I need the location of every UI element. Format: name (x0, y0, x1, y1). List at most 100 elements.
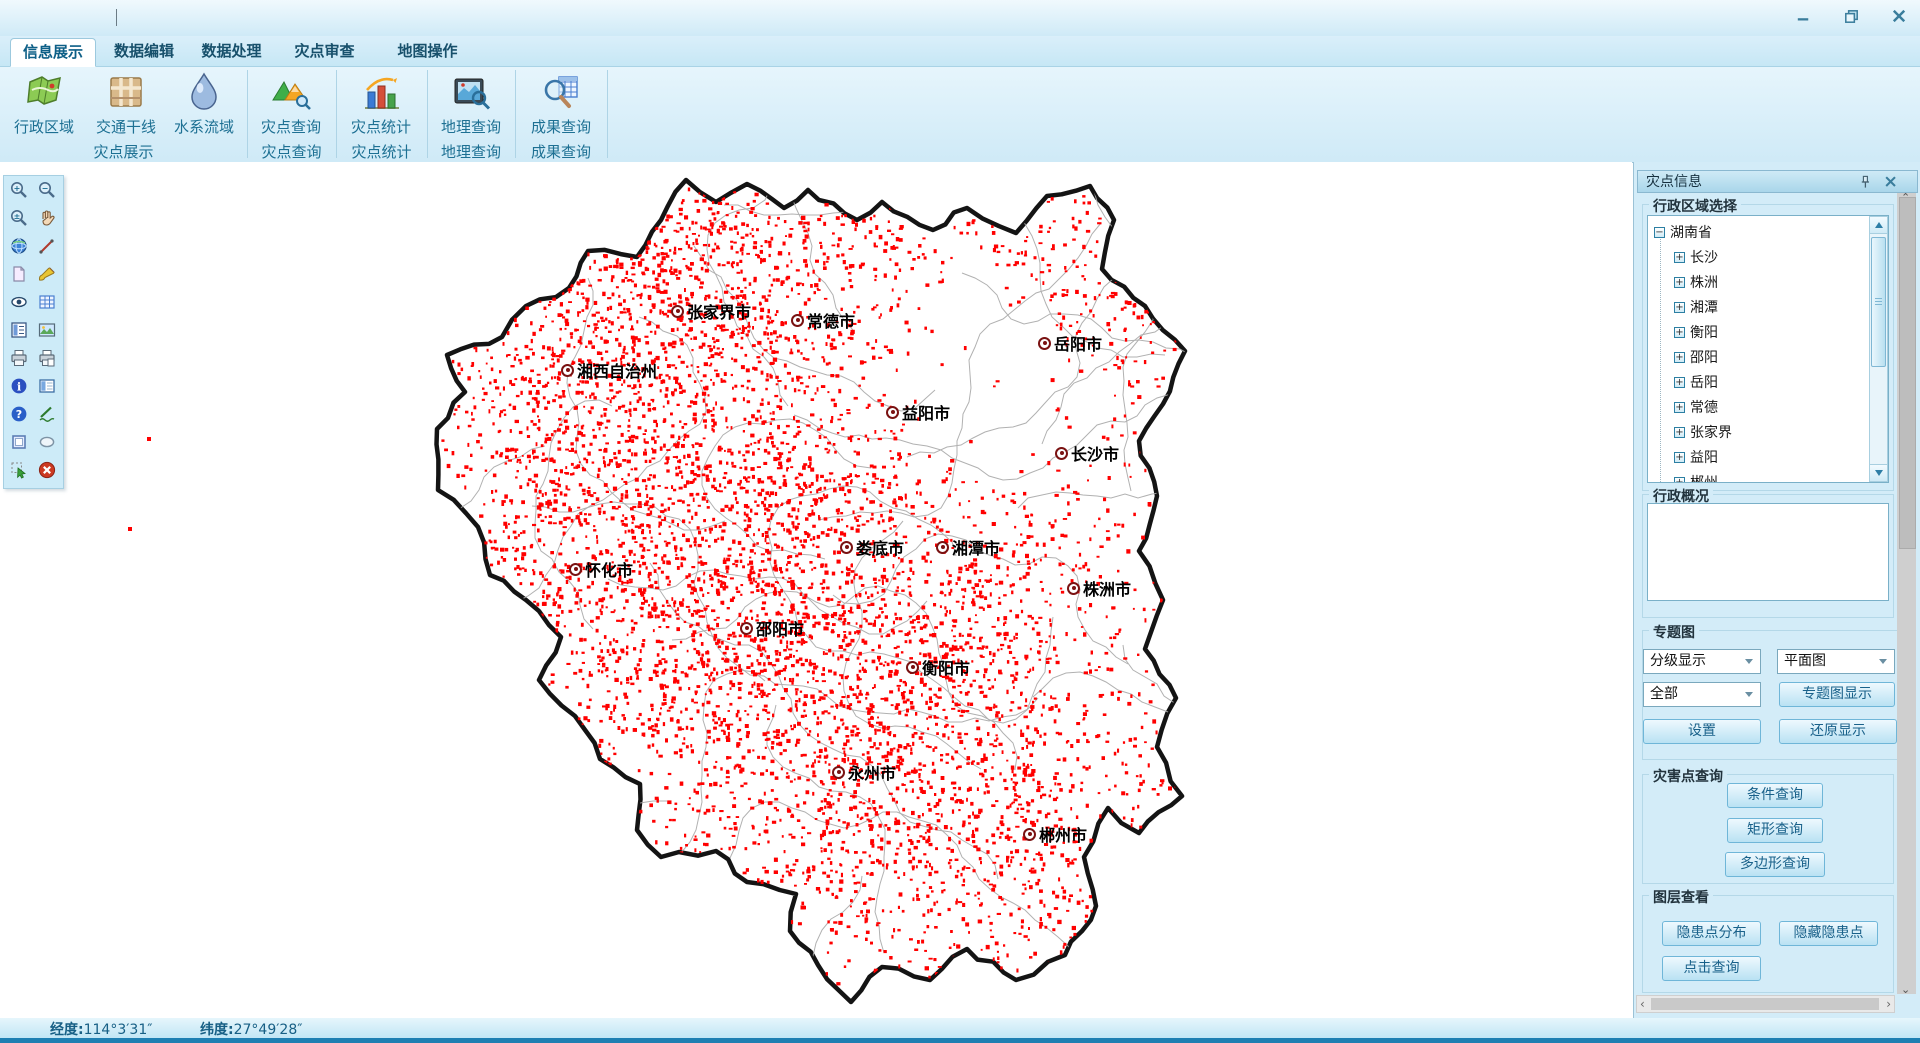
expand-icon[interactable]: + (1674, 277, 1685, 288)
tool-blank-page-icon[interactable] (5, 262, 32, 290)
layer-button-点击查询[interactable]: 点击查询 (1662, 956, 1761, 981)
ribbon-button-灾点查询[interactable]: 灾点查询 (252, 69, 330, 139)
query-button-条件查询[interactable]: 条件查询 (1727, 783, 1823, 808)
expand-icon[interactable]: + (1674, 302, 1685, 313)
tab-4[interactable]: 灾点审查 (288, 38, 361, 65)
display-mode-combo[interactable]: 分级显示 (1643, 649, 1761, 674)
settings-button[interactable]: 设置 (1643, 719, 1761, 744)
layer-button-隐患点分布[interactable]: 隐患点分布 (1662, 921, 1761, 946)
scroll-right-icon[interactable]: › (1886, 997, 1891, 1011)
panel-vertical-scrollbar[interactable]: ⌃ ⌄ (1897, 193, 1916, 994)
region-tree[interactable]: − 湖南省 + 长沙 + 株洲 + 湘潭 + 衡阳 + 邵阳 + 岳阳 + 常德… (1647, 215, 1889, 483)
tab-3[interactable]: 数据处理 (196, 38, 267, 65)
thematic-label: 专题图 (1649, 622, 1699, 642)
tree-node-city[interactable]: + 张家界 (1674, 421, 1732, 443)
tab-5[interactable]: 地图操作 (392, 38, 463, 65)
city-marker-icon (569, 563, 582, 576)
thematic-show-button[interactable]: 专题图显示 (1779, 682, 1895, 707)
expand-icon[interactable]: + (1674, 452, 1685, 463)
scroll-down-icon[interactable]: ⌄ (1901, 983, 1910, 996)
tool-legend-list-icon[interactable] (5, 318, 32, 346)
city-label-株洲市: 株洲市 (1067, 576, 1131, 600)
tool-sketch-pen-icon[interactable] (33, 402, 60, 430)
tab-2[interactable]: 数据编辑 (110, 38, 178, 65)
tool-pointer-select-icon[interactable] (5, 458, 32, 486)
tree-node-root[interactable]: − 湖南省 (1654, 221, 1712, 243)
tool-close-red-icon[interactable] (33, 458, 60, 486)
query-button-多边形查询[interactable]: 多边形查询 (1725, 852, 1825, 877)
tree-node-city[interactable]: + 湘潭 (1674, 296, 1718, 318)
tree-node-city[interactable]: + 邵阳 (1674, 346, 1718, 368)
layer-button-隐藏隐患点[interactable]: 隐藏隐患点 (1779, 921, 1878, 946)
tree-node-city[interactable]: + 郴州 (1674, 471, 1718, 483)
scrollbar-thumb[interactable] (1651, 998, 1879, 1010)
collapse-icon[interactable]: − (1654, 227, 1665, 238)
tree-node-city[interactable]: + 常德 (1674, 396, 1718, 418)
tool-measure-pen-icon[interactable] (33, 234, 60, 262)
ribbon-button-交通干线[interactable]: 交通干线 (87, 69, 165, 139)
tool-zoom-out-icon[interactable]: − (33, 178, 60, 206)
tool-frame-window-icon[interactable] (5, 430, 32, 458)
ribbon-button-行政区域[interactable]: 行政区域 (5, 69, 83, 139)
map-canvas[interactable]: 张家界市 常德市 岳阳市 湘西自治州 益阳市 长沙市 娄底市 湘潭市 株洲市 怀… (0, 162, 1632, 1018)
city-label-怀化市: 怀化市 (569, 557, 633, 581)
city-marker-icon (906, 661, 919, 674)
tool-print-icon[interactable] (5, 346, 32, 374)
scroll-up-icon[interactable] (1870, 217, 1887, 234)
close-button[interactable] (1884, 7, 1914, 29)
tree-scrollbar[interactable] (1869, 216, 1888, 482)
expand-icon[interactable]: + (1674, 477, 1685, 484)
tool-info-icon[interactable]: i (5, 374, 32, 402)
overview-textbox[interactable] (1647, 503, 1889, 601)
tree-node-city[interactable]: + 长沙 (1674, 246, 1718, 268)
tool-window-panel-icon[interactable] (33, 374, 60, 402)
scrollbar-thumb[interactable] (1899, 197, 1916, 549)
tree-node-city[interactable]: + 岳阳 (1674, 371, 1718, 393)
tool-pan-hand-icon[interactable] (33, 206, 60, 234)
tab-1[interactable]: 信息展示 (10, 38, 96, 67)
map-type-combo[interactable]: 平面图 (1777, 649, 1895, 674)
expand-icon[interactable]: + (1674, 327, 1685, 338)
tool-globe-icon[interactable] (5, 234, 32, 262)
restore-button[interactable] (1836, 7, 1866, 29)
scroll-left-icon[interactable]: ‹ (1640, 997, 1645, 1011)
tool-paint-brush-icon[interactable] (33, 262, 60, 290)
expand-icon[interactable]: + (1674, 377, 1685, 388)
ribbon-button-成果查询[interactable]: 成果查询 (522, 69, 600, 139)
expand-icon[interactable]: + (1674, 252, 1685, 263)
tool-print-preview-icon[interactable] (33, 346, 60, 374)
tool-ellipse-select-icon[interactable] (33, 430, 60, 458)
scroll-down-icon[interactable] (1870, 464, 1887, 481)
scope-combo[interactable]: 全部 (1643, 682, 1761, 707)
ribbon-button-灾点统计[interactable]: 灾点统计 (342, 69, 420, 139)
panel-horizontal-scrollbar[interactable]: ‹ › (1636, 995, 1895, 1013)
tool-zoom-extent-icon[interactable]: ± (5, 206, 32, 234)
minimize-button[interactable] (1788, 7, 1818, 29)
city-marker-icon (1067, 582, 1080, 595)
tool-help-icon[interactable]: ? (5, 402, 32, 430)
zoom-in-icon: + (9, 180, 29, 204)
disaster-query-group: 灾害点查询 条件查询矩形查询多边形查询 (1642, 774, 1894, 884)
restore-display-button[interactable]: 还原显示 (1779, 719, 1897, 744)
tree-node-city[interactable]: + 株洲 (1674, 271, 1718, 293)
expand-icon[interactable]: + (1674, 352, 1685, 363)
tool-eye-icon[interactable] (5, 290, 32, 318)
tool-image-export-icon[interactable] (33, 318, 60, 346)
scrollbar-thumb[interactable] (1871, 237, 1886, 367)
ribbon-button-水系流域[interactable]: 水系流域 (165, 69, 243, 139)
city-label-张家界市: 张家界市 (671, 299, 751, 323)
query-button-矩形查询[interactable]: 矩形查询 (1727, 818, 1823, 843)
city-label-永州市: 永州市 (832, 760, 896, 784)
pin-icon[interactable] (1857, 174, 1873, 190)
tool-attribute-table-icon[interactable] (33, 290, 60, 318)
city-label-湘西自治州: 湘西自治州 (561, 358, 657, 382)
expand-icon[interactable]: + (1674, 402, 1685, 413)
close-icon[interactable] (1883, 174, 1899, 190)
city-label-衡阳市: 衡阳市 (906, 655, 970, 679)
ribbon-button-地理查询[interactable]: 地理查询 (432, 69, 510, 139)
tool-zoom-in-icon[interactable]: + (5, 178, 32, 206)
tree-node-city[interactable]: + 衡阳 (1674, 321, 1718, 343)
expand-icon[interactable]: + (1674, 427, 1685, 438)
tree-node-city[interactable]: + 益阳 (1674, 446, 1718, 468)
pan-hand-icon (37, 208, 57, 232)
